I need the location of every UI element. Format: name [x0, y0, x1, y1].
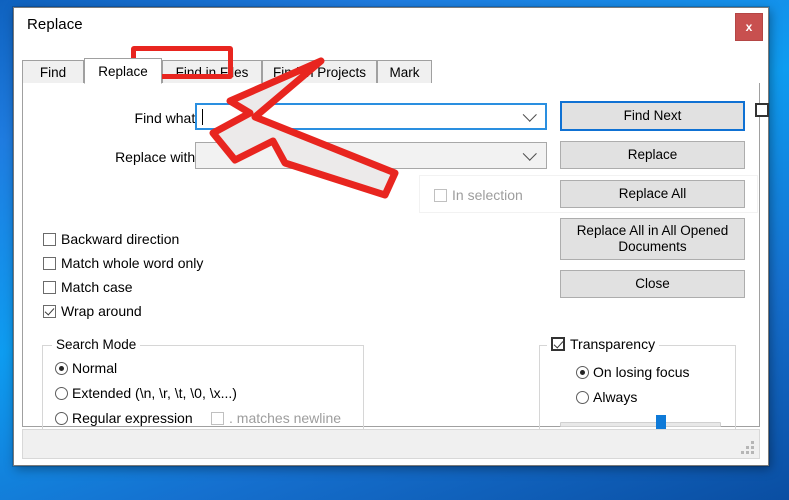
checkbox-box — [43, 256, 56, 270]
replace-button[interactable]: Replace — [560, 141, 745, 169]
check-mark-icon — [553, 338, 564, 349]
search-mode-normal-radio[interactable]: Normal — [55, 360, 117, 376]
dialog-title: Replace — [27, 16, 83, 33]
wrap-around-checkbox[interactable]: Wrap around — [43, 303, 142, 319]
checkbox-box — [43, 232, 56, 246]
match-case-label: Match case — [61, 279, 133, 295]
transparency-checkbox[interactable]: Transparency — [547, 336, 660, 352]
text-caret — [202, 109, 203, 125]
search-mode-regex-label: Regular expression — [72, 410, 193, 426]
find-what-label: Find what : — [134, 110, 203, 126]
dot-matches-newline-checkbox[interactable]: . matches newline — [211, 410, 341, 426]
in-selection-label: In selection — [452, 187, 523, 203]
replace-all-button[interactable]: Replace All — [560, 180, 745, 208]
chevron-down-icon[interactable] — [522, 146, 537, 161]
replace-with-combobox[interactable] — [195, 142, 547, 169]
match-whole-word-only-checkbox[interactable]: Match whole word only — [43, 255, 203, 271]
find-next-extra-checkbox[interactable] — [755, 103, 769, 117]
search-mode-title: Search Mode — [52, 337, 141, 352]
replace-all-opened-documents-button[interactable]: Replace All in All Opened Documents — [560, 218, 745, 260]
transparency-on-losing-focus-label: On losing focus — [593, 364, 690, 380]
checkbox-box — [755, 103, 769, 117]
checkbox-box — [551, 337, 565, 351]
backward-direction-checkbox[interactable]: Backward direction — [43, 231, 179, 247]
replace-dialog: Replace x Find Replace Find in Files Fin… — [13, 7, 769, 466]
in-selection-checkbox[interactable]: In selection — [434, 187, 523, 203]
tab-find-in-files[interactable]: Find in Files — [162, 60, 262, 84]
tab-mark[interactable]: Mark — [377, 60, 432, 84]
search-mode-extended-label: Extended (\n, \r, \t, \0, \x...) — [72, 385, 237, 401]
resize-grip-icon[interactable] — [741, 441, 755, 455]
match-whole-word-only-label: Match whole word only — [61, 255, 204, 271]
replace-with-label: Replace with : — [115, 149, 203, 165]
search-mode-normal-label: Normal — [72, 360, 118, 376]
radio-circle — [576, 365, 589, 379]
search-mode-regex-radio[interactable]: Regular expression — [55, 410, 193, 426]
radio-circle — [55, 386, 68, 400]
transparency-group: Transparency On losing focus Always — [539, 336, 736, 440]
transparency-always-label: Always — [593, 389, 638, 405]
dialog-titlebar: Replace x — [14, 8, 768, 46]
close-dialog-button[interactable]: Close — [560, 270, 745, 298]
search-mode-group: Search Mode Normal Extended (\n, \r, \t,… — [42, 337, 364, 440]
find-what-combobox[interactable] — [195, 103, 547, 130]
tab-find-in-projects[interactable]: Find in Projects — [262, 60, 377, 84]
checkbox-box — [211, 411, 224, 425]
tab-replace[interactable]: Replace — [84, 58, 162, 84]
dot-matches-newline-label: . matches newline — [229, 410, 342, 426]
transparency-on-losing-focus-radio[interactable]: On losing focus — [576, 364, 690, 380]
tab-strip: Find Replace Find in Files Find in Proje… — [22, 58, 760, 84]
search-mode-extended-radio[interactable]: Extended (\n, \r, \t, \0, \x...) — [55, 385, 237, 401]
match-case-checkbox[interactable]: Match case — [43, 279, 133, 295]
transparency-always-radio[interactable]: Always — [576, 389, 637, 405]
checkbox-box — [43, 280, 56, 294]
find-next-button[interactable]: Find Next — [560, 101, 745, 131]
radio-circle — [576, 390, 589, 404]
wrap-around-label: Wrap around — [61, 303, 142, 319]
dialog-status-bar — [22, 429, 760, 459]
transparency-slider-track[interactable] — [560, 415, 721, 434]
checkbox-box — [434, 188, 447, 202]
tab-find[interactable]: Find — [22, 60, 84, 84]
dialog-client-area: Find what : Replace with : In selection … — [22, 83, 769, 440]
close-button[interactable]: x — [735, 13, 763, 41]
backward-direction-label: Backward direction — [61, 231, 180, 247]
radio-circle — [55, 361, 68, 375]
chevron-down-icon[interactable] — [522, 107, 537, 122]
checkbox-box — [43, 304, 56, 318]
transparency-label: Transparency — [570, 336, 656, 352]
radio-circle — [55, 411, 68, 425]
